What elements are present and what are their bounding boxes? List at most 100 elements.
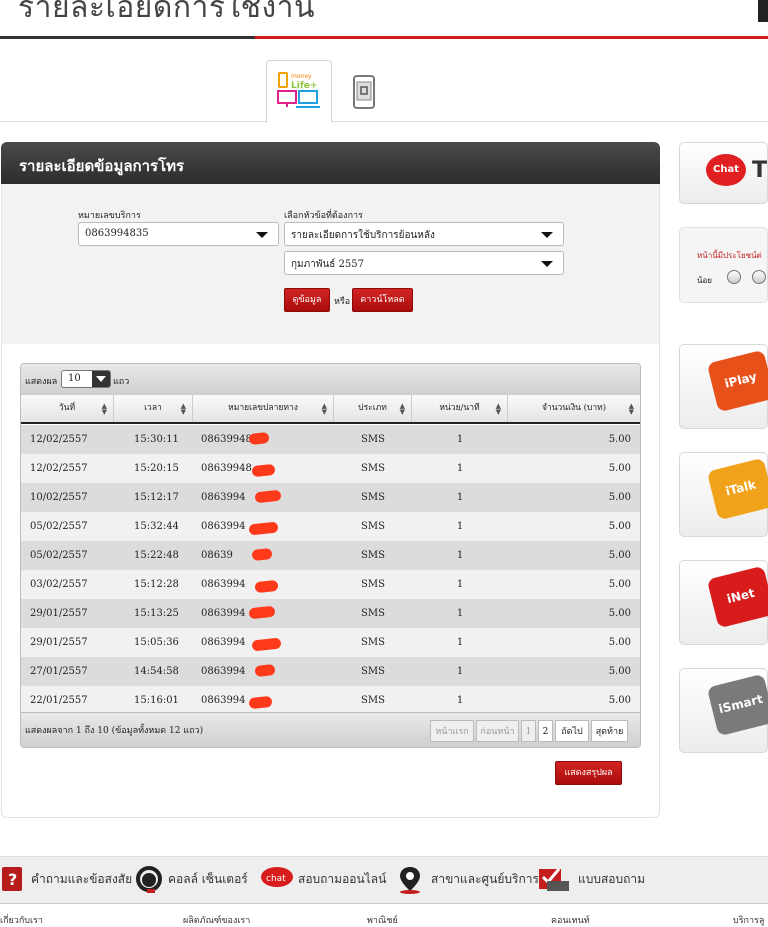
table-cell: 29/01/2557	[30, 608, 88, 619]
table-header: วันที่ ▲ ▼ เวลา ▲ ▼ หมายเลขปลายทาง ▲ ▼ ประเภท ▲…	[21, 395, 640, 424]
survey-widget	[679, 227, 768, 303]
footer-faq-link[interactable]: คำถามและข้อสงสัย	[31, 870, 132, 889]
table-cell: 03/02/2557	[30, 579, 88, 590]
phone-label: หมายเลขบริการ	[78, 211, 141, 221]
phone-select-value: 0863994835	[85, 228, 149, 239]
survey-checklist-icon	[539, 868, 569, 891]
sort-icon: ▲ ▼	[321, 402, 327, 416]
table-cell: 5.00	[608, 579, 631, 590]
table-cell: 1	[456, 695, 464, 706]
table-cell: 15:22:48	[134, 550, 179, 561]
chat-banner-text: T	[752, 158, 768, 183]
panel-title: รายละเอียดข้อมูลการโทร	[19, 157, 185, 175]
pagination-page-2[interactable]: 2	[538, 720, 553, 742]
map-pin-icon	[400, 867, 420, 894]
footer-callcenter-link[interactable]: คอลล์ เซ็นเตอร์	[168, 870, 248, 889]
table-cell: 5.00	[608, 550, 631, 561]
phone-select[interactable]: 0863994835	[78, 222, 279, 246]
footer-link-about[interactable]: เกี่ยวกับเรา	[0, 913, 43, 927]
column-header-date[interactable]: วันที่ ▲ ▼	[21, 395, 114, 422]
table-footer: แสดงผลจาก 1 ถึง 10 (ข้อมูลทั้งหมด 12 แถว…	[21, 712, 640, 747]
table-cell: 05/02/2557	[30, 550, 88, 561]
rows-label: แถว	[113, 377, 130, 387]
footer-online-link[interactable]: สอบถามออนไลน์	[298, 870, 386, 889]
svg-text:?: ?	[8, 870, 17, 889]
page-length-value: 10	[68, 373, 81, 384]
pagination-first[interactable]: หน้าแรก	[430, 720, 474, 742]
table-cell: 1	[456, 434, 464, 445]
table-cell: 27/01/2557	[30, 666, 88, 677]
column-header-destination[interactable]: หมายเลขปลายทาง ▲ ▼	[193, 395, 334, 422]
header-button[interactable]	[758, 0, 768, 22]
pagination-last[interactable]: สุดท้าย	[591, 720, 628, 742]
table-row: 03/02/2557 15:12:28 0863994 SMS 1 5.00	[21, 570, 640, 599]
survey-less-label: น้อย	[697, 276, 712, 285]
panel-header: รายละเอียดข้อมูลการโทร	[1, 142, 660, 184]
table-cell: 5.00	[608, 637, 631, 648]
table-cell: 15:30:11	[134, 434, 179, 445]
sort-icon: ▲ ▼	[399, 402, 405, 416]
sort-icon: ▲ ▼	[495, 402, 501, 416]
footer-survey-link[interactable]: แบบสอบถาม	[578, 870, 645, 889]
table-cell: SMS	[361, 637, 385, 648]
topic-select[interactable]: รายละเอียดการใช้บริการย้อนหลัง	[284, 222, 564, 246]
show-summary-button[interactable]: แสดงสรุปผล	[555, 761, 622, 785]
view-data-button[interactable]: ดูข้อมูล	[284, 288, 330, 312]
table-row: 22/01/2557 15:16:01 0863994 SMS 1 5.00	[21, 686, 640, 715]
mobile-phone-icon	[353, 75, 375, 109]
footer-divider	[0, 903, 768, 904]
table-row: 05/02/2557 15:32:44 0863994 SMS 1 5.00	[21, 512, 640, 541]
table-cell: SMS	[361, 463, 385, 474]
column-header-units[interactable]: หน่วย/นาที ▲ ▼	[412, 395, 508, 422]
footer-link-services[interactable]: บริการลู	[733, 913, 764, 927]
table-row: 12/02/2557 15:20:15 08639948 SMS 1 5.00	[21, 454, 640, 483]
page-length-select[interactable]: 10	[61, 370, 111, 388]
footer-branch-link[interactable]: สาขาและศูนย์บริการ	[431, 870, 539, 889]
money-life-plus-icon: money Life+	[277, 72, 320, 108]
table-row: 05/02/2557 15:22:48 08639 SMS 1 5.00	[21, 541, 640, 570]
table-cell: 1	[456, 608, 464, 619]
table-toolbar: แสดงผล 10 แถว	[21, 364, 640, 395]
footer-link-content[interactable]: คอนเทนท์	[551, 913, 590, 927]
footer-link-commerce[interactable]: พาณิชย์	[367, 913, 398, 927]
column-header-type[interactable]: ประเภท ▲ ▼	[334, 395, 412, 422]
survey-radio-1[interactable]	[727, 270, 741, 284]
header-divider-dark	[0, 36, 255, 39]
table-cell: 15:13:25	[134, 608, 179, 619]
pagination-prev[interactable]: ก่อนหน้า	[476, 720, 519, 742]
chevron-down-icon	[256, 232, 268, 238]
pagination-next[interactable]: ถัดไป	[555, 720, 589, 742]
column-header-amount[interactable]: จำนวนเงิน (บาท) ▲ ▼	[508, 395, 640, 422]
table-cell: 1	[456, 666, 464, 677]
table-cell: 1	[456, 550, 464, 561]
table-info: แสดงผลจาก 1 ถึง 10 (ข้อมูลทั้งหมด 12 แถว…	[25, 726, 204, 736]
footer-link-products[interactable]: ผลิตภัณฑ์ของเรา	[183, 913, 250, 927]
table-cell: 1	[456, 579, 464, 590]
column-header-time[interactable]: เวลา ▲ ▼	[114, 395, 193, 422]
pagination-page-1[interactable]: 1	[521, 720, 536, 742]
table-cell: 15:32:44	[134, 521, 179, 532]
tab-bar-line	[0, 121, 768, 122]
table-cell: SMS	[361, 434, 385, 445]
question-book-icon: ?	[2, 867, 22, 891]
tab-mobile[interactable]	[346, 72, 382, 112]
table-cell: SMS	[361, 550, 385, 561]
table-cell: 1	[456, 463, 464, 474]
table-cell: 12/02/2557	[30, 463, 88, 474]
survey-radio-2[interactable]	[752, 270, 766, 284]
chat-icon-text: chat	[266, 874, 286, 884]
table-cell: SMS	[361, 608, 385, 619]
month-select-value: กุมภาพันธ์ 2557	[291, 259, 365, 270]
chevron-down-icon	[541, 232, 553, 238]
tab-money-life[interactable]: money Life+	[266, 60, 332, 123]
download-button[interactable]: ดาวน์โหลด	[352, 288, 413, 312]
table-row: 12/02/2557 15:30:11 08639948 SMS 1 5.00	[21, 425, 640, 454]
sort-icon: ▲ ▼	[628, 402, 634, 416]
headset-icon	[136, 866, 162, 893]
month-select[interactable]: กุมภาพันธ์ 2557	[284, 251, 564, 275]
table-cell: 5.00	[608, 666, 631, 677]
table-cell: SMS	[361, 579, 385, 590]
chevron-down-icon	[92, 371, 110, 387]
page-title: รายละเอียดการใช้งาน	[18, 0, 316, 25]
table-cell: 5.00	[608, 492, 631, 503]
